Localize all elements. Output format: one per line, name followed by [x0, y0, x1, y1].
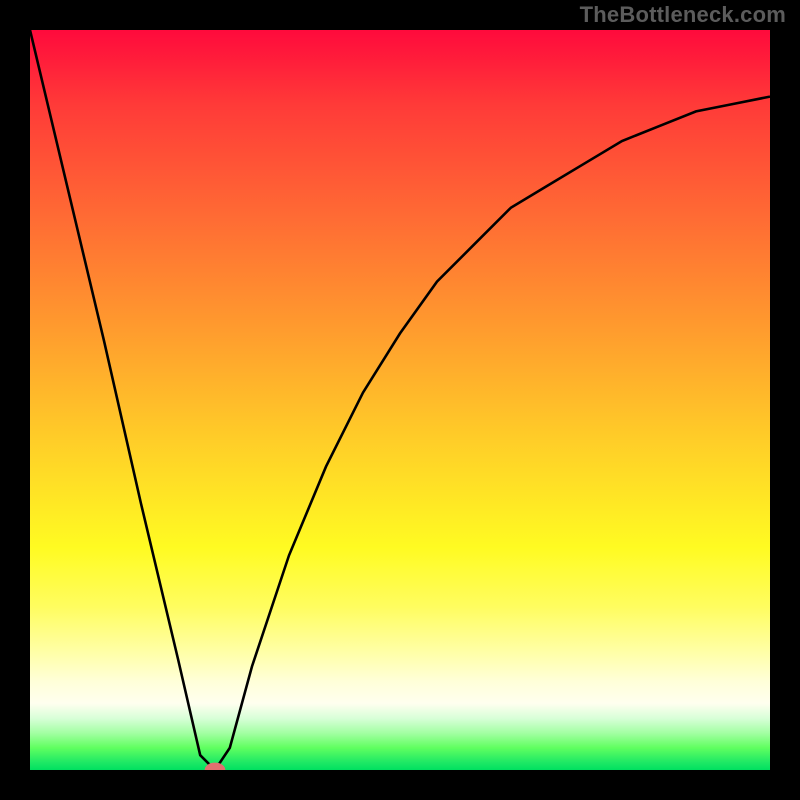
optimal-point-marker [205, 763, 226, 770]
chart-container: TheBottleneck.com [0, 0, 800, 800]
watermark-label: TheBottleneck.com [580, 2, 786, 28]
marker-layer [30, 30, 770, 770]
